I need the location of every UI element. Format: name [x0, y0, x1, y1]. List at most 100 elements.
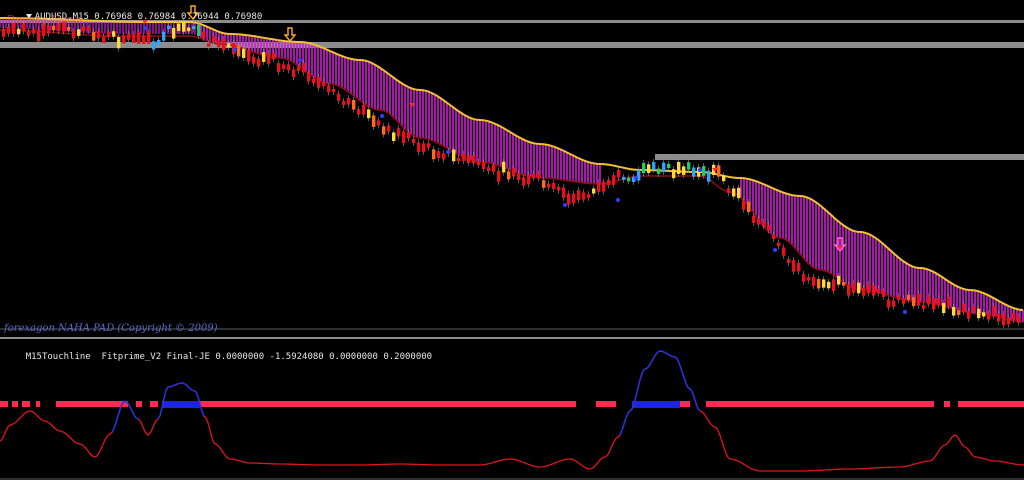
candle — [527, 174, 531, 185]
signal-dot — [233, 48, 237, 52]
candle — [277, 63, 281, 73]
candle — [597, 182, 601, 192]
candle — [752, 215, 756, 223]
candle — [497, 170, 501, 182]
signal-dot — [446, 150, 450, 154]
candle — [817, 279, 821, 289]
candle — [867, 283, 871, 294]
candle — [142, 35, 146, 45]
candle — [217, 40, 221, 48]
candle — [692, 167, 696, 177]
candle — [492, 164, 496, 172]
candle — [992, 305, 996, 317]
candle — [897, 296, 901, 301]
candle — [402, 131, 406, 144]
indicator-histogram — [0, 401, 1024, 408]
candle — [592, 188, 596, 194]
signal-dot — [616, 198, 620, 202]
candle — [947, 296, 951, 307]
candle — [122, 35, 126, 44]
chart-window[interactable]: AUDUSD,M15 0.76968 0.76984 0.76944 0.769… — [0, 0, 1024, 480]
candle — [297, 66, 301, 72]
candle — [577, 190, 581, 201]
price-chart[interactable] — [0, 0, 1024, 337]
candle — [782, 247, 786, 256]
candle — [762, 221, 766, 227]
candle — [967, 310, 971, 319]
candle — [627, 177, 631, 182]
candle — [822, 279, 826, 288]
candle — [757, 218, 761, 225]
candle — [287, 64, 291, 71]
candle — [847, 284, 851, 296]
candle — [362, 104, 366, 115]
histogram-bar-red — [56, 401, 128, 407]
candle — [657, 168, 661, 174]
histogram-bar-red — [136, 401, 142, 407]
candle — [837, 275, 841, 285]
candle — [487, 167, 491, 172]
candle — [247, 49, 251, 62]
histogram-bar-red — [150, 401, 158, 407]
candle — [797, 262, 801, 272]
candle — [352, 99, 356, 110]
candle — [517, 173, 521, 181]
candle — [387, 125, 391, 132]
candle — [662, 162, 666, 173]
candle — [237, 44, 241, 57]
candle — [747, 201, 751, 213]
candle — [442, 153, 446, 160]
candle — [942, 303, 946, 314]
candle — [602, 181, 606, 192]
candle — [667, 163, 671, 169]
candle — [377, 120, 381, 126]
candle — [132, 33, 136, 43]
candle — [852, 282, 856, 293]
candle — [127, 33, 131, 40]
candle — [812, 277, 816, 286]
candle — [902, 298, 906, 304]
candle — [157, 39, 161, 46]
indicator-values: 0.0000000 -1.5924080 0.0000000 0.2000000 — [215, 352, 433, 362]
candle — [742, 200, 746, 210]
candle — [872, 285, 876, 296]
candle — [587, 194, 591, 199]
candle — [717, 165, 721, 177]
candle — [787, 259, 791, 263]
candle — [427, 143, 431, 148]
histogram-bar-red — [36, 401, 40, 407]
candle — [222, 39, 226, 51]
candle — [347, 97, 351, 105]
candle — [642, 163, 646, 174]
candle — [412, 138, 416, 144]
candle — [302, 62, 306, 73]
candle — [452, 149, 456, 162]
level-bar — [655, 154, 1024, 160]
candle — [932, 298, 936, 310]
ohlc-values: 0.76968 0.76984 0.76944 0.76980 — [94, 12, 263, 22]
candle — [327, 85, 331, 93]
candle — [997, 313, 1001, 322]
candle — [962, 304, 966, 313]
candle — [727, 188, 731, 194]
ma-cloud — [0, 17, 1024, 323]
candle — [722, 175, 726, 182]
down-arrow-signal-icon — [283, 27, 297, 43]
histogram-bar-red — [196, 401, 576, 407]
candle — [392, 132, 396, 142]
signal-dot — [380, 114, 384, 118]
candle — [382, 126, 386, 135]
candle — [282, 64, 286, 69]
candle — [407, 132, 411, 139]
candle — [802, 273, 806, 282]
candle — [257, 58, 261, 67]
histogram-bar-red — [0, 401, 8, 407]
candle — [357, 109, 361, 115]
candle — [307, 72, 311, 82]
signal-dot — [903, 310, 907, 314]
candle — [137, 32, 141, 44]
candle — [922, 305, 926, 309]
candle — [927, 296, 931, 305]
candle — [542, 180, 546, 188]
candle — [337, 93, 341, 101]
